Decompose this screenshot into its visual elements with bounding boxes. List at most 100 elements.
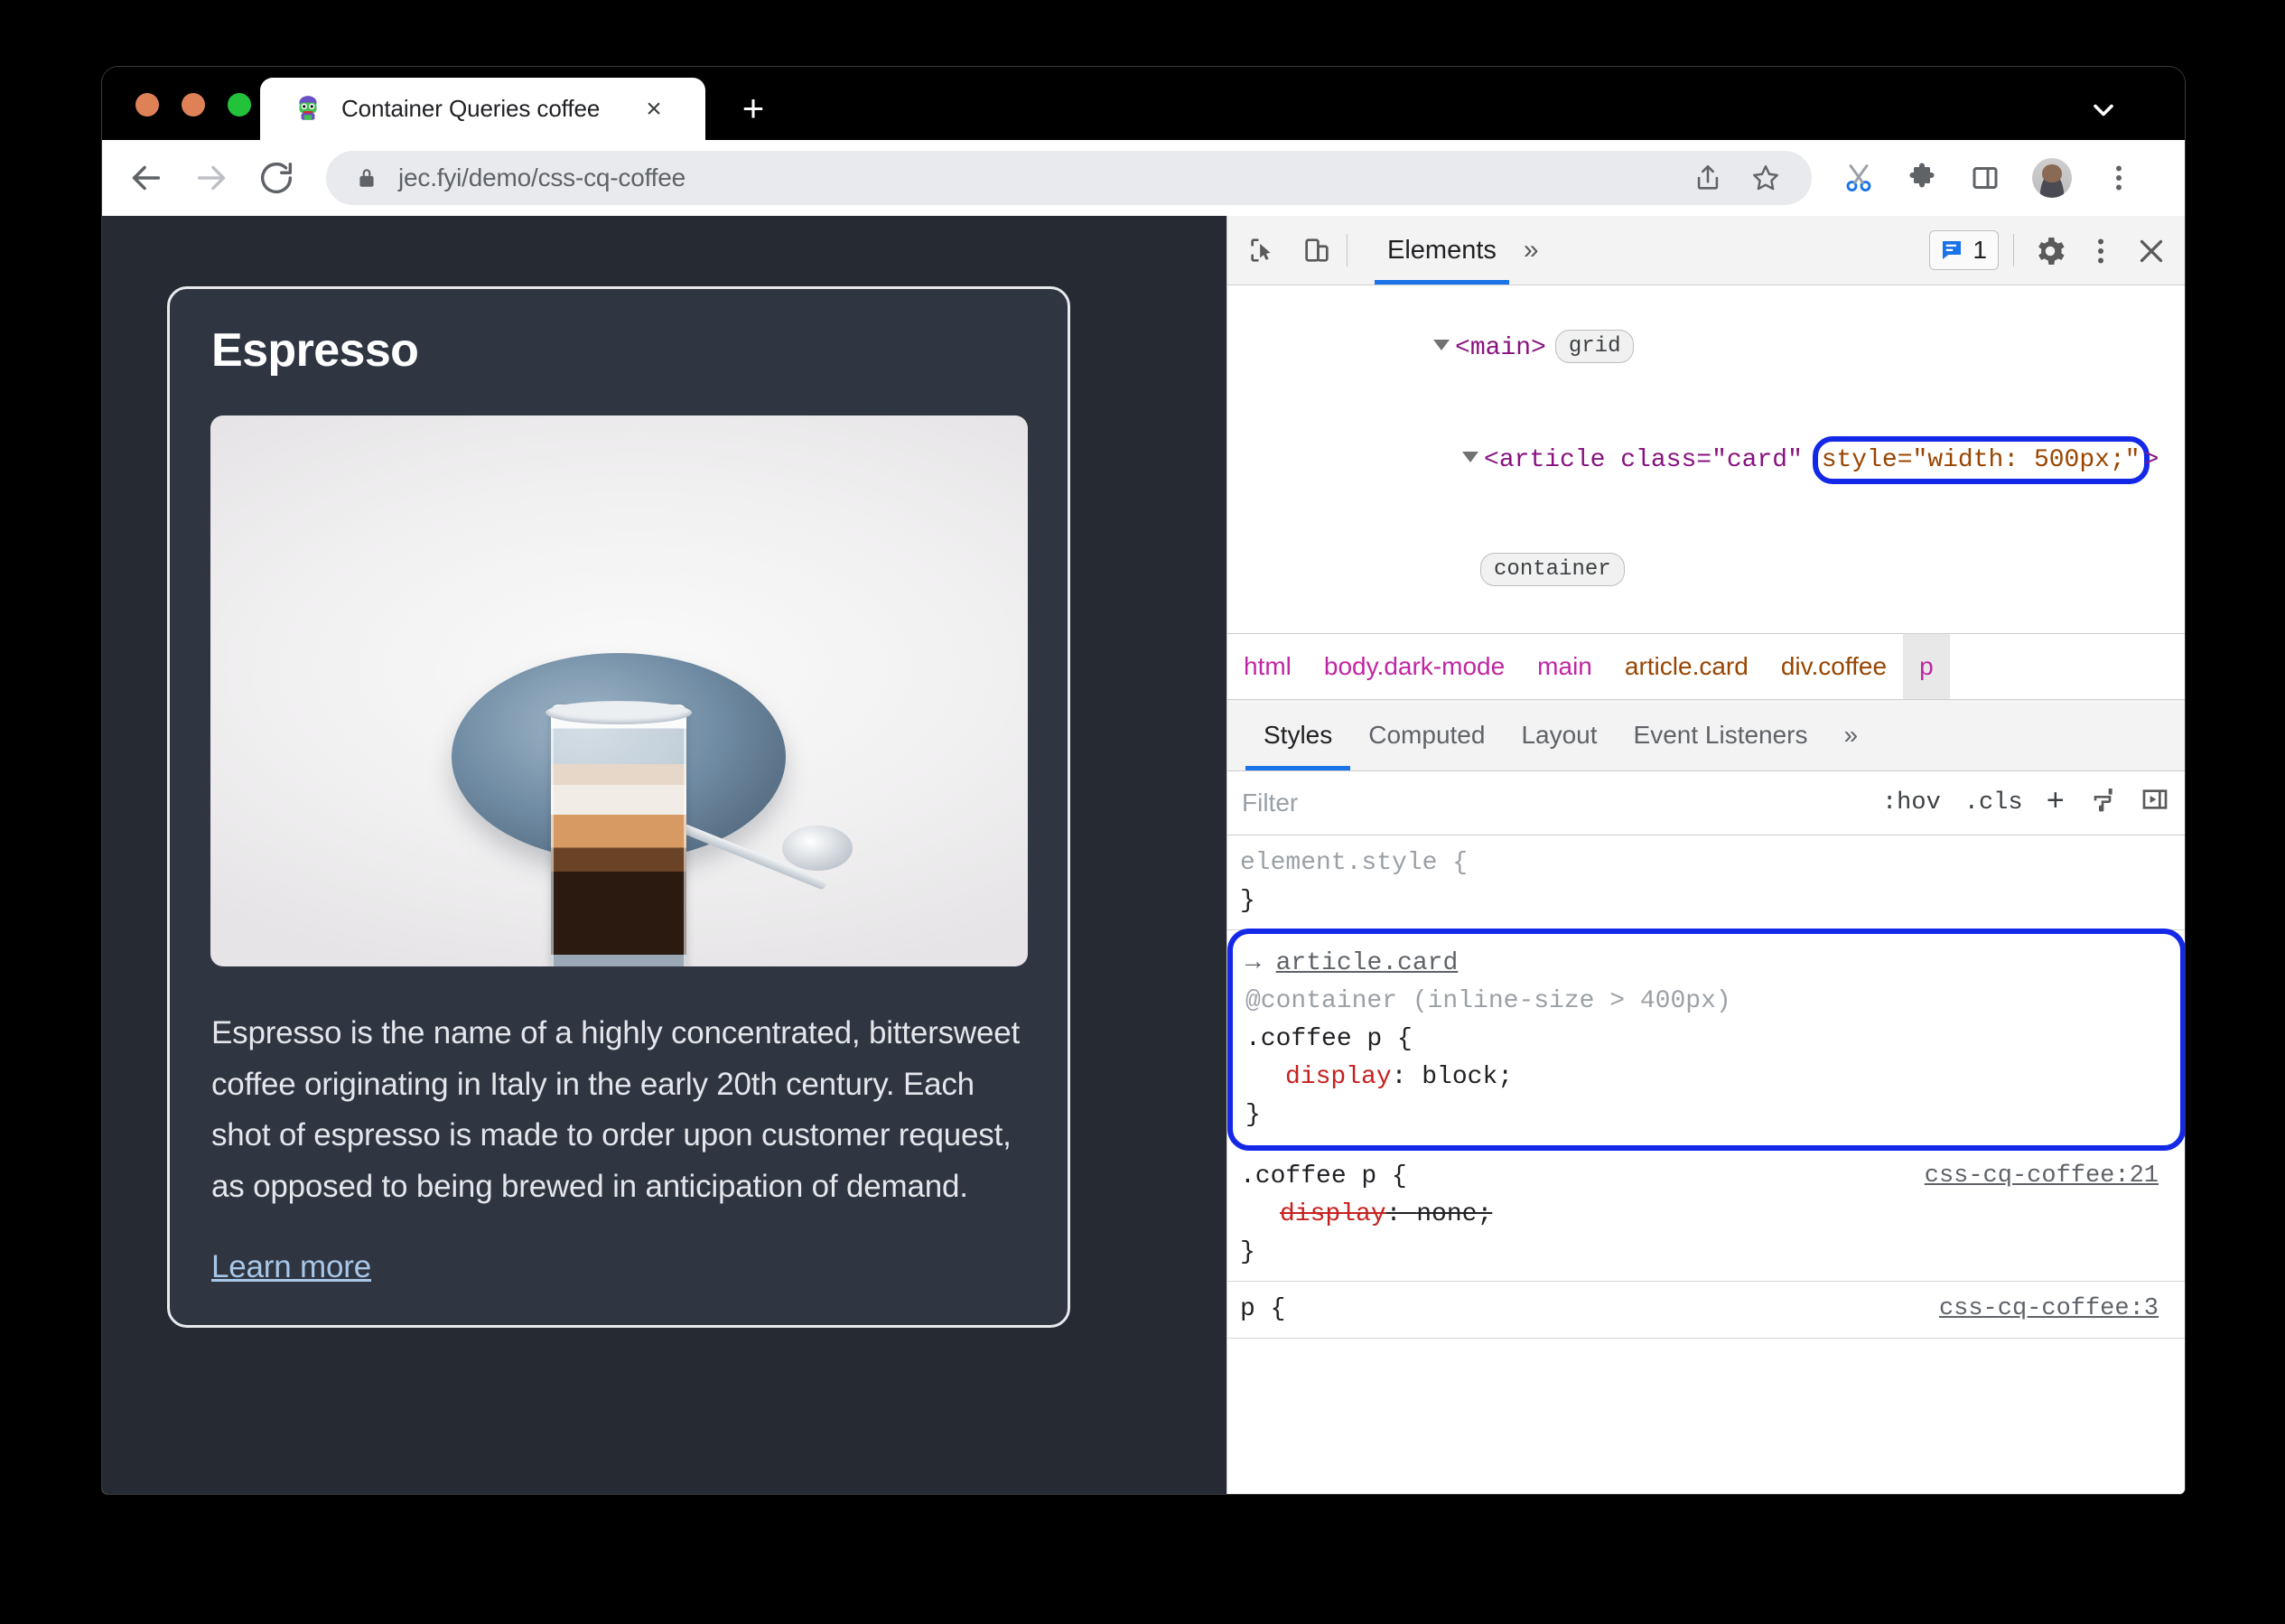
tab-title: Container Queries coffee xyxy=(341,95,601,122)
cls-button[interactable]: .cls xyxy=(1964,789,2023,817)
highlight-style-attr: style="width: 500px;" xyxy=(1812,435,2150,484)
side-panel-icon[interactable] xyxy=(1969,162,2001,194)
toolbar-right-icons xyxy=(1842,158,2160,198)
rule-declaration[interactable]: display: none; xyxy=(1240,1196,2185,1234)
lock-icon xyxy=(355,164,377,191)
new-style-rule-plus-button[interactable]: + xyxy=(2047,786,2065,820)
grid-badge[interactable]: grid xyxy=(1554,330,1635,364)
declaration-property[interactable]: display xyxy=(1280,1200,1386,1228)
rule-element-style[interactable]: element.style { } xyxy=(1227,835,2185,930)
breadcrumb-item-body[interactable]: body.dark-mode xyxy=(1308,634,1521,699)
dom-line-div-coffee[interactable]: <div class="coffee"> xyxy=(1227,627,2185,633)
dom-article-gt: > xyxy=(2143,445,2159,474)
breadcrumb-item-html[interactable]: html xyxy=(1227,634,1308,699)
dom-line-article[interactable]: <article class="card" style="width: 500p… xyxy=(1227,404,2185,515)
url-text: jec.fyi/demo/css-cq-coffee xyxy=(398,163,686,191)
card-heading: Espresso xyxy=(211,324,419,377)
scissors-icon[interactable] xyxy=(1842,162,1875,194)
puzzle-piece-icon[interactable] xyxy=(1906,162,1938,194)
rule-p[interactable]: p { css-cq-coffee:3 xyxy=(1227,1282,2185,1339)
back-arrow-icon[interactable] xyxy=(126,157,167,199)
sidebar-tabs: Styles Computed Layout Event Listeners » xyxy=(1227,700,2185,771)
tab-event-listeners[interactable]: Event Listeners xyxy=(1616,700,1826,770)
dom-article-open: <article class="card" xyxy=(1484,445,1818,474)
reload-icon[interactable] xyxy=(256,157,297,199)
tab-layout[interactable]: Layout xyxy=(1503,700,1615,770)
rule-close-brace: } xyxy=(1240,1238,1255,1266)
divider xyxy=(2013,234,2014,266)
styles-rules-list[interactable]: element.style { } → article.card @contai… xyxy=(1227,835,2185,1494)
filter-input[interactable]: Filter xyxy=(1242,789,1882,817)
maximize-window-button[interactable] xyxy=(228,93,251,117)
gear-icon[interactable] xyxy=(2034,235,2065,266)
rule-inherit-line: → article.card xyxy=(1245,945,2180,983)
breadcrumb-item-article[interactable]: article.card xyxy=(1609,634,1765,699)
espresso-image xyxy=(210,415,1028,966)
dom-line-main[interactable]: <main> grid xyxy=(1227,293,2185,404)
expand-triangle-icon[interactable] xyxy=(1433,340,1450,351)
address-bar[interactable]: jec.fyi/demo/css-cq-coffee xyxy=(326,151,1812,205)
hov-button[interactable]: :hov xyxy=(1882,789,1941,817)
new-style-rule-icon[interactable] xyxy=(2088,785,2117,822)
forward-arrow-icon[interactable] xyxy=(191,157,232,199)
coffee-card: Espresso Espresso is the name of a highl… xyxy=(167,286,1070,1328)
omnibox-actions xyxy=(1693,163,1803,193)
rule-selector[interactable]: .coffee p { xyxy=(1245,1021,2180,1059)
device-toolbar-icon[interactable] xyxy=(1301,235,1332,266)
issues-count: 1 xyxy=(1973,236,1987,264)
devtools-header: Elements » 1 xyxy=(1227,216,2185,285)
rule-close-brace: } xyxy=(1245,1101,1261,1129)
new-tab-button[interactable]: + xyxy=(734,89,772,128)
breadcrumb-item-div[interactable]: div.coffee xyxy=(1765,634,1903,699)
window-controls xyxy=(135,93,251,117)
browser-window: Container Queries coffee × + jec.fyi/dem… xyxy=(102,67,2185,1494)
tab-styles[interactable]: Styles xyxy=(1245,700,1351,770)
avatar[interactable] xyxy=(2032,158,2072,198)
close-window-button[interactable] xyxy=(135,93,159,117)
declaration-value[interactable]: none; xyxy=(1416,1200,1492,1228)
desktop-background: Container Queries coffee × + jec.fyi/dem… xyxy=(0,0,2285,1624)
more-panels-button[interactable]: » xyxy=(1524,235,1539,266)
tab-computed[interactable]: Computed xyxy=(1350,700,1503,770)
close-tab-button[interactable]: × xyxy=(640,95,667,123)
learn-more-link[interactable]: Learn more xyxy=(211,1249,371,1285)
breadcrumb-item-main[interactable]: main xyxy=(1521,634,1609,699)
rule-coffee-p-none[interactable]: .coffee p { display: none; } css-cq-coff… xyxy=(1227,1149,2185,1282)
breadcrumb-item-p[interactable]: p xyxy=(1903,634,1950,699)
inherited-from-link[interactable]: article.card xyxy=(1276,949,1459,977)
dom-tag: <main> xyxy=(1455,334,1546,363)
three-dot-menu-icon[interactable] xyxy=(2084,235,2115,266)
expand-triangle-icon[interactable] xyxy=(1462,451,1479,462)
container-badge[interactable]: container xyxy=(1480,553,1625,587)
devtools-header-actions xyxy=(1999,234,2185,266)
declaration-property[interactable]: display xyxy=(1285,1063,1392,1091)
dom-tree[interactable]: <main> grid <article class="card" style="… xyxy=(1227,285,2185,633)
more-sidebar-tabs-button[interactable]: » xyxy=(1826,700,1877,770)
toggle-sidebar-icon[interactable] xyxy=(2140,785,2169,822)
tab-elements[interactable]: Elements xyxy=(1375,216,1509,285)
dom-line-container-badge[interactable]: container xyxy=(1227,516,2185,627)
share-icon[interactable] xyxy=(1693,163,1723,193)
browser-tab[interactable]: Container Queries coffee × xyxy=(260,78,705,140)
espresso-glass xyxy=(546,701,692,966)
rule-container-query[interactable]: → article.card @container (inline-size >… xyxy=(1227,929,2185,1151)
three-dot-menu-icon[interactable] xyxy=(2103,162,2135,194)
rule-source-link[interactable]: css-cq-coffee:21 xyxy=(1925,1158,2159,1195)
chevron-down-icon[interactable] xyxy=(2087,94,2120,126)
rule-declaration[interactable]: display: block; xyxy=(1245,1059,2180,1097)
close-icon[interactable] xyxy=(2135,235,2166,266)
rule-close-brace: } xyxy=(1240,887,1255,915)
rule-source-link[interactable]: css-cq-coffee:3 xyxy=(1939,1291,2159,1328)
issues-badge[interactable]: 1 xyxy=(1929,230,1999,270)
spoon-bowl xyxy=(782,826,853,872)
web-page-viewport: Espresso Espresso is the name of a highl… xyxy=(102,216,1226,1494)
star-icon[interactable] xyxy=(1750,163,1781,193)
browser-toolbar: jec.fyi/demo/css-cq-coffee xyxy=(102,140,2185,216)
inspect-element-icon[interactable] xyxy=(1247,235,1278,266)
inherit-arrow-icon: → xyxy=(1245,949,1261,977)
declaration-value[interactable]: block; xyxy=(1422,1063,1513,1091)
devtools-panel: Elements » 1 <main> grid <article class=… xyxy=(1226,216,2185,1494)
tab-strip: Container Queries coffee × + xyxy=(102,67,2185,140)
content-area: Espresso Espresso is the name of a highl… xyxy=(102,216,2185,1494)
minimize-window-button[interactable] xyxy=(182,93,205,117)
